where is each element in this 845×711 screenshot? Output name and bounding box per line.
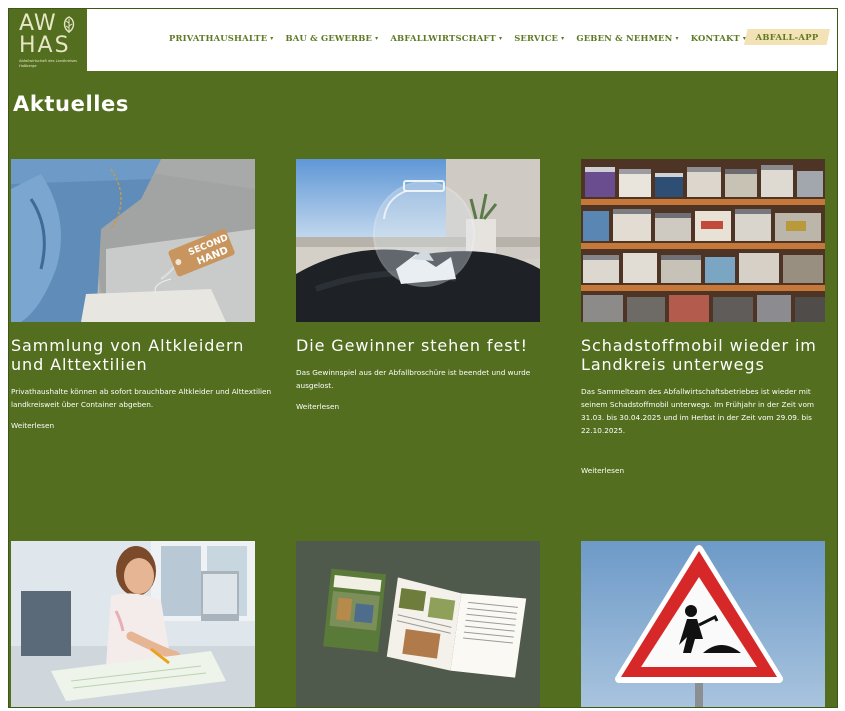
brochure-photo: [296, 541, 540, 707]
chevron-down-icon: ▾: [375, 34, 379, 42]
article-image-schadstoffmobil[interactable]: [581, 159, 825, 322]
jeans-photo: SECOND HAND: [11, 159, 255, 322]
article-image-row2-roadwork[interactable]: [581, 541, 825, 707]
nav-item-label: SERVICE: [514, 33, 559, 43]
nav-item-geben-nehmen[interactable]: GEBEN & NEHMEN ▾: [576, 33, 678, 43]
nav-item-label: ABFALLWIRTSCHAFT: [390, 33, 496, 43]
abfall-app-button[interactable]: ABFALL-APP: [744, 29, 830, 45]
article-title[interactable]: Die Gewinner stehen fest!: [296, 336, 556, 355]
page-title: Aktuelles: [13, 92, 129, 116]
nav-item-label: KONTAKT: [690, 33, 740, 43]
nav-item-bau-gewerbe[interactable]: BAU & GEWERBE ▾: [286, 33, 379, 43]
nav-item-label: BAU & GEWERBE: [285, 33, 373, 43]
article-teaser: Das Gewinnspiel aus der Abfallbroschüre …: [296, 368, 531, 390]
chevron-down-icon: ▾: [270, 34, 274, 42]
nav-item-privathaushalte[interactable]: PRIVATHAUSHALTE ▾: [169, 33, 274, 43]
woman-writing-photo: [11, 541, 255, 707]
roadwork-sign-photo: [581, 541, 825, 707]
article-teaser: Das Sammelteam des Abfallwirtschaftsbetr…: [581, 387, 815, 435]
nav-item-kontakt[interactable]: KONTAKT ▾: [691, 33, 746, 43]
article-image-altkleider[interactable]: SECOND HAND: [11, 159, 255, 322]
article-image-row2-brochure[interactable]: [296, 541, 540, 707]
nav-item-service[interactable]: SERVICE ▾: [514, 33, 564, 43]
page-frame: AW HAS Abfallwirtschaft des Landkreises …: [8, 8, 838, 708]
logo-subtitle: Abfallwirtschaft des Landkreises Haßberg…: [19, 59, 78, 68]
nav-item-label: PRIVATHAUSHALTE: [169, 33, 268, 43]
article-title[interactable]: Sammlung von Altkleidern und Alttextilie…: [11, 336, 271, 374]
read-more-link[interactable]: Weiterlesen: [296, 402, 339, 411]
read-more-link[interactable]: Weiterlesen: [581, 466, 624, 475]
site-header: AW HAS Abfallwirtschaft des Landkreises …: [9, 9, 837, 71]
article-title[interactable]: Schadstoffmobil wieder im Landkreis unte…: [581, 336, 837, 374]
chevron-down-icon: ▾: [675, 34, 679, 42]
read-more-link[interactable]: Weiterlesen: [11, 421, 54, 430]
chevron-down-icon: ▾: [561, 34, 565, 42]
article-image-gewinner[interactable]: [296, 159, 540, 322]
nav-item-abfallwirtschaft[interactable]: ABFALLWIRTSCHAFT ▾: [390, 33, 502, 43]
leaf-icon: [63, 16, 75, 33]
main-navigation: PRIVATHAUSHALTE ▾ BAU & GEWERBE ▾ ABFALL…: [169, 31, 758, 45]
site-logo[interactable]: AW HAS Abfallwirtschaft des Landkreises …: [9, 9, 87, 71]
article-image-row2-office[interactable]: [11, 541, 255, 707]
logo-text-line2: HAS: [19, 33, 71, 58]
article-teaser: Privathaushalte können ab sofort brauchb…: [11, 387, 272, 409]
nav-item-label: GEBEN & NEHMEN: [576, 33, 673, 43]
glass-jar-photo: [296, 159, 540, 322]
paint-cans-photo: [581, 159, 825, 322]
logo-text-line1: AW: [19, 11, 57, 36]
chevron-down-icon: ▾: [498, 34, 503, 42]
